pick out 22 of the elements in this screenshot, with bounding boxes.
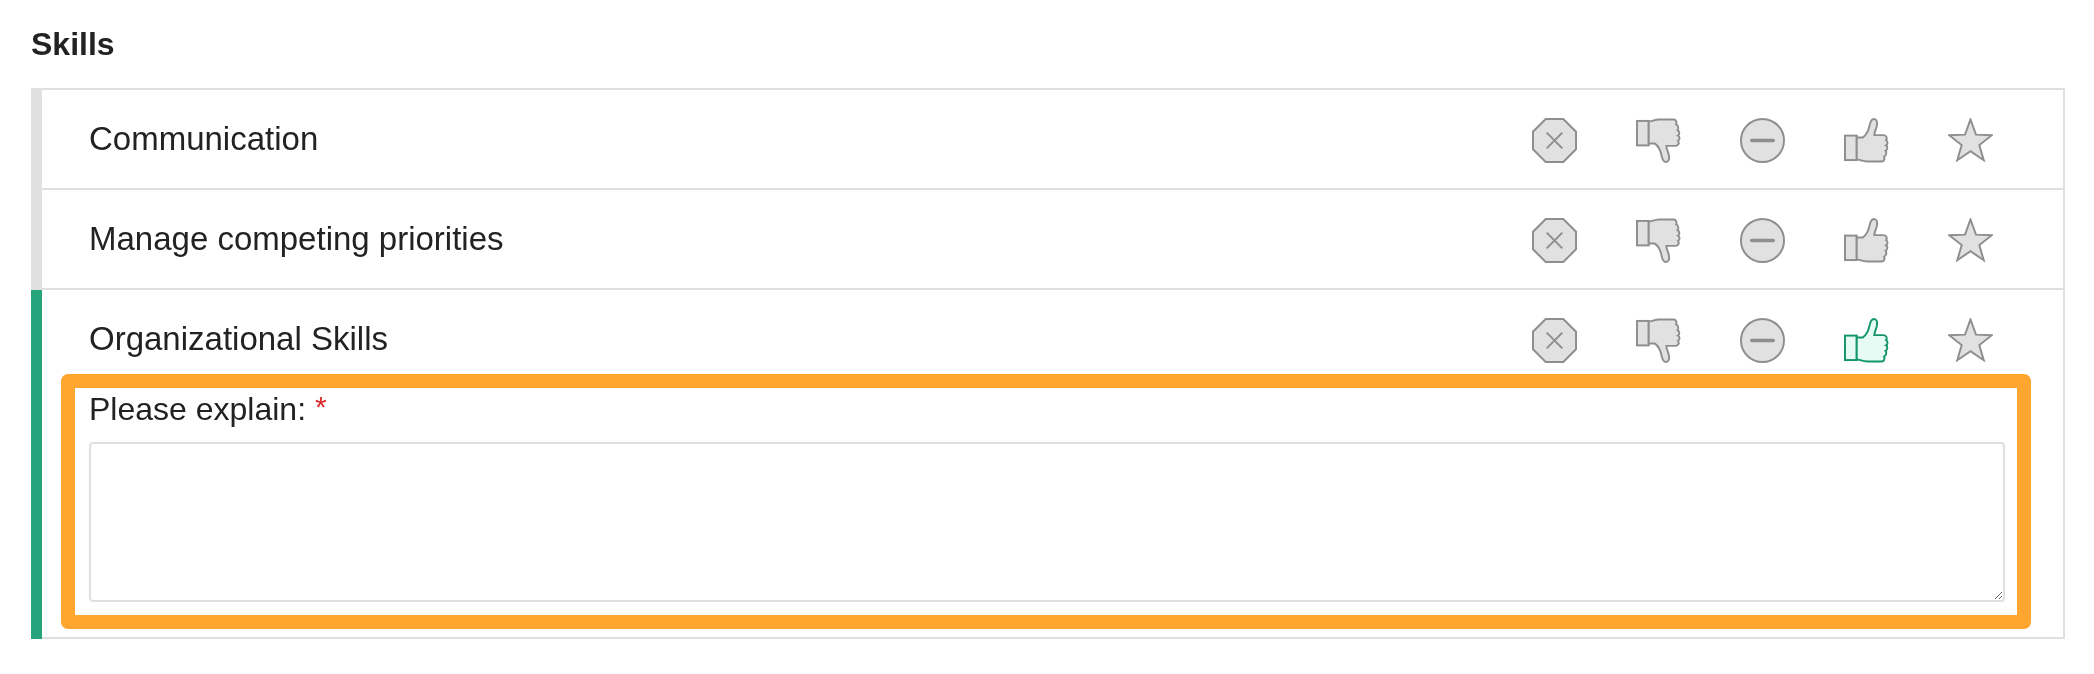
skill-name: Manage competing priorities bbox=[89, 219, 504, 259]
star-icon[interactable] bbox=[1948, 318, 1993, 363]
thumbs-up-icon[interactable] bbox=[1844, 118, 1889, 163]
required-mark: * bbox=[315, 390, 327, 424]
thumbs-down-icon[interactable] bbox=[1636, 118, 1681, 163]
explanation-field[interactable] bbox=[89, 442, 2005, 602]
thumbs-up-icon[interactable] bbox=[1844, 318, 1889, 363]
section-title: Skills bbox=[31, 26, 115, 62]
thumbs-up-icon[interactable] bbox=[1844, 218, 1889, 263]
field-label: Please explain: bbox=[89, 390, 307, 428]
star-icon[interactable] bbox=[1948, 118, 1993, 163]
skill-name: Communication bbox=[89, 119, 319, 159]
minus-circle-icon[interactable] bbox=[1740, 318, 1785, 363]
skill-name: Organizational Skills bbox=[89, 319, 388, 359]
minus-circle-icon[interactable] bbox=[1740, 218, 1785, 263]
thumbs-down-icon[interactable] bbox=[1636, 218, 1681, 263]
thumbs-down-icon[interactable] bbox=[1636, 318, 1681, 363]
octagon-x-icon[interactable] bbox=[1532, 118, 1577, 163]
minus-circle-icon[interactable] bbox=[1740, 118, 1785, 163]
star-icon[interactable] bbox=[1948, 218, 1993, 263]
octagon-x-icon[interactable] bbox=[1532, 318, 1577, 363]
octagon-x-icon[interactable] bbox=[1532, 218, 1577, 263]
